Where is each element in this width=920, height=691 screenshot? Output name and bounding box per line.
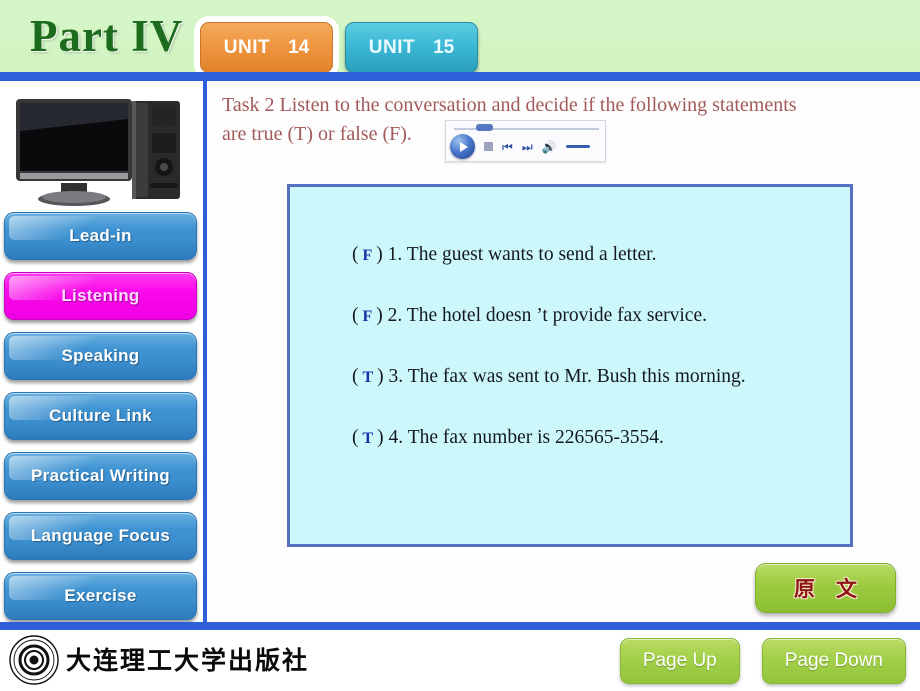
sidebar-item-label: Practical Writing	[31, 466, 170, 485]
sidebar-item-label: Speaking	[61, 346, 140, 365]
page-title: Part IV	[30, 11, 184, 61]
progress-knob[interactable]	[476, 124, 493, 131]
statements-box: (F) 1. The guest wants to send a letter.…	[287, 184, 853, 547]
desktop-computer-image	[6, 85, 202, 207]
player-controls: ⏮ ⏭ 🔊	[450, 134, 590, 159]
sidebar: Lead-in Listening Speaking Culture Link …	[0, 81, 207, 622]
sidebar-item-lead-in[interactable]: Lead-in	[4, 212, 197, 260]
page-down-button[interactable]: Page Down	[761, 638, 906, 684]
header-divider	[0, 72, 920, 81]
sidebar-item-practical-writing[interactable]: Practical Writing	[4, 452, 197, 500]
sidebar-item-label: Listening	[61, 286, 140, 305]
volume-icon[interactable]: 🔊	[542, 141, 557, 153]
page-down-button-label: Page Down	[784, 650, 883, 671]
slide-header: Part IV UNIT 14 UNIT 15	[0, 0, 920, 73]
sidebar-item-culture-link[interactable]: Culture Link	[4, 392, 197, 440]
tab-unit-14-number: 14	[288, 36, 310, 58]
sidebar-item-listening[interactable]: Listening	[4, 272, 197, 320]
volume-slider[interactable]	[565, 145, 590, 148]
tab-unit-15[interactable]: UNIT 15	[345, 22, 478, 73]
tab-unit-15-word: UNIT	[368, 36, 416, 58]
statement-answer[interactable]: F	[359, 247, 377, 264]
page-up-button-label: Page Up	[642, 650, 717, 671]
unit-tab-group: UNIT 14 UNIT 15	[200, 22, 478, 73]
task-instruction-line1: Task 2 Listen to the conversation and de…	[222, 94, 797, 116]
task-instruction-line2: are true (T) or false (F).	[222, 123, 412, 145]
statement-row-1: (F) 1. The guest wants to send a letter.	[352, 244, 657, 265]
tab-unit-14[interactable]: UNIT 14	[200, 22, 333, 73]
original-text-button[interactable]: 原 文	[755, 563, 896, 613]
slide-footer: 大连理工大学出版社 Page Up Page Down	[0, 630, 920, 690]
footer-divider	[0, 622, 920, 630]
slide-root: Part IV UNIT 14 UNIT 15 Lead-in Listenin…	[0, 0, 920, 690]
sidebar-item-language-focus[interactable]: Language Focus	[4, 512, 197, 560]
pagination-controls: Page Up Page Down	[619, 638, 906, 684]
sidebar-item-exercise[interactable]: Exercise	[4, 572, 197, 620]
sidebar-item-label: Culture Link	[49, 406, 152, 425]
previous-track-icon[interactable]: ⏮	[502, 141, 513, 153]
tab-unit-15-number: 15	[433, 36, 455, 58]
statement-row-2: (F) 2. The hotel doesn ’t provide fax se…	[352, 305, 707, 326]
statement-answer[interactable]: F	[359, 308, 377, 325]
sidebar-item-label: Exercise	[64, 586, 137, 605]
statement-text: 1. The guest wants to send a letter.	[387, 244, 657, 265]
original-text-button-label: 原 文	[794, 577, 857, 601]
statement-row-3: (T) 3. The fax was sent to Mr. Bush this…	[352, 366, 746, 387]
statement-answer[interactable]: T	[359, 430, 378, 447]
main-content: Task 2 Listen to the conversation and de…	[215, 81, 920, 622]
play-icon[interactable]	[450, 134, 475, 159]
stop-icon[interactable]	[484, 142, 493, 151]
sidebar-item-label: Lead-in	[69, 226, 132, 245]
statement-answer[interactable]: T	[359, 369, 378, 386]
next-track-icon[interactable]: ⏭	[522, 141, 533, 153]
statement-text: 3. The fax was sent to Mr. Bush this mor…	[388, 366, 746, 387]
publisher-name: 大连理工大学出版社	[66, 646, 310, 675]
sidebar-item-speaking[interactable]: Speaking	[4, 332, 197, 380]
publisher-seal-icon	[8, 634, 60, 686]
statement-row-4: (T) 4. The fax number is 226565-3554.	[352, 427, 664, 448]
audio-player[interactable]: ⏮ ⏭ 🔊	[445, 120, 606, 162]
statement-text: 2. The hotel doesn ’t provide fax servic…	[387, 305, 707, 326]
sidebar-nav: Lead-in Listening Speaking Culture Link …	[0, 212, 203, 632]
tab-unit-14-word: UNIT	[223, 36, 271, 58]
statement-text: 4. The fax number is 226565-3554.	[388, 427, 664, 448]
sidebar-item-label: Language Focus	[30, 526, 171, 545]
page-up-button[interactable]: Page Up	[619, 638, 740, 684]
